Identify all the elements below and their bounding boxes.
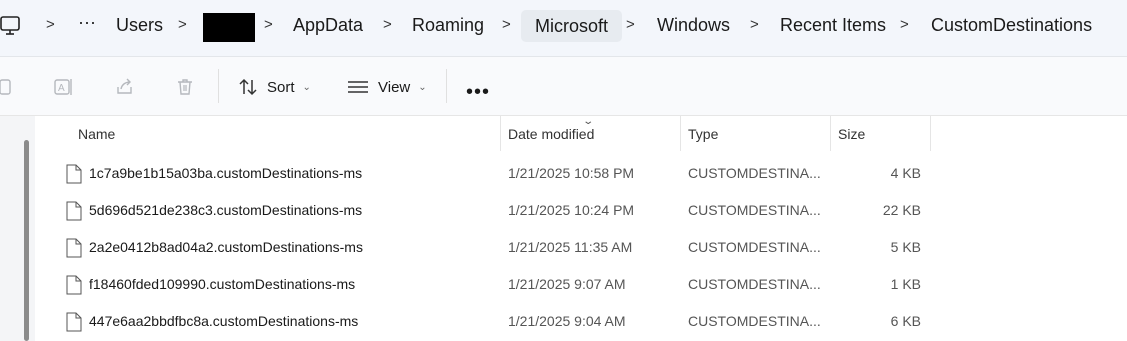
view-label: View bbox=[378, 78, 411, 96]
file-type: CUSTOMDESTINA... bbox=[688, 276, 821, 292]
column-divider[interactable] bbox=[930, 116, 931, 151]
toolbar-divider bbox=[218, 69, 219, 103]
file-size: 5 KB bbox=[890, 239, 921, 255]
sort-icon bbox=[239, 78, 257, 96]
file-date: 1/21/2025 11:35 AM bbox=[508, 239, 633, 255]
more-options-button[interactable]: ••• bbox=[466, 81, 490, 104]
svg-text:A: A bbox=[58, 83, 65, 94]
breadcrumb-roaming[interactable]: Roaming bbox=[412, 15, 484, 36]
sort-label: Sort bbox=[267, 78, 295, 96]
delete-icon[interactable] bbox=[175, 77, 195, 97]
chevron-down-icon: ⌄ bbox=[302, 81, 311, 93]
file-name: 2a2e0412b8ad04a2.customDestinations-ms bbox=[89, 239, 363, 255]
file-size: 4 KB bbox=[890, 165, 921, 181]
address-bar: > ··· Users > > AppData > Roaming > Micr… bbox=[0, 0, 1127, 57]
navigation-pane bbox=[0, 116, 35, 341]
file-name: f18460fded109990.customDestinations-ms bbox=[89, 276, 356, 292]
chevron-down-icon: ⌄ bbox=[418, 81, 427, 93]
rename-icon[interactable]: A bbox=[54, 77, 74, 97]
file-type: CUSTOMDESTINA... bbox=[688, 239, 821, 255]
file-row[interactable]: 1c7a9be1b15a03ba.customDestinations-ms 1… bbox=[36, 155, 1127, 192]
breadcrumb-windows[interactable]: Windows bbox=[657, 15, 730, 36]
redacted-username[interactable] bbox=[203, 13, 255, 42]
sort-button[interactable]: Sort ⌄ bbox=[238, 75, 311, 99]
toolbar-divider bbox=[446, 69, 447, 103]
command-bar: A Sort ⌄ View ⌄ ••• bbox=[0, 57, 1127, 116]
file-size: 1 KB bbox=[890, 276, 921, 292]
file-type: CUSTOMDESTINA... bbox=[688, 313, 821, 329]
column-divider[interactable] bbox=[830, 116, 831, 151]
file-date: 1/21/2025 9:04 AM bbox=[508, 313, 626, 329]
breadcrumb-separator[interactable]: > bbox=[750, 16, 759, 33]
breadcrumb-separator[interactable]: > bbox=[626, 16, 635, 33]
file-icon bbox=[66, 201, 82, 221]
file-name: 1c7a9be1b15a03ba.customDestinations-ms bbox=[89, 165, 363, 181]
file-icon bbox=[66, 275, 82, 295]
column-header-date[interactable]: Date modified bbox=[508, 116, 594, 151]
view-button[interactable]: View ⌄ bbox=[347, 75, 427, 99]
breadcrumb-appdata[interactable]: AppData bbox=[293, 15, 363, 36]
breadcrumb-separator[interactable]: > bbox=[383, 16, 392, 33]
breadcrumb-overflow[interactable]: ··· bbox=[78, 12, 96, 33]
column-header-name[interactable]: Name bbox=[78, 116, 115, 151]
file-row[interactable]: f18460fded109990.customDestinations-ms 1… bbox=[36, 266, 1127, 303]
breadcrumb-separator[interactable]: > bbox=[46, 16, 55, 33]
breadcrumb-separator[interactable]: > bbox=[502, 16, 511, 33]
file-row[interactable]: 2a2e0412b8ad04a2.customDestinations-ms 1… bbox=[36, 229, 1127, 266]
file-size: 6 KB bbox=[890, 313, 921, 329]
file-type: CUSTOMDESTINA... bbox=[688, 202, 821, 218]
file-size: 22 KB bbox=[882, 202, 921, 218]
column-header-type[interactable]: Type bbox=[688, 116, 718, 151]
file-list-pane: Name ⌄ Date modified Type Size 1c7a9be1b… bbox=[0, 116, 1127, 341]
breadcrumb-recent-items[interactable]: Recent Items bbox=[780, 15, 886, 36]
file-type: CUSTOMDESTINA... bbox=[688, 165, 821, 181]
share-icon[interactable] bbox=[115, 77, 135, 97]
file-date: 1/21/2025 10:24 PM bbox=[508, 202, 635, 218]
file-name: 447e6aa2bbdfbc8a.customDestinations-ms bbox=[89, 313, 359, 329]
breadcrumb-customdestinations[interactable]: CustomDestinations bbox=[931, 15, 1092, 36]
breadcrumb-separator[interactable]: > bbox=[264, 16, 273, 33]
breadcrumb-separator[interactable]: > bbox=[900, 16, 909, 33]
file-row[interactable]: 447e6aa2bbdfbc8a.customDestinations-ms 1… bbox=[36, 303, 1127, 340]
breadcrumb-microsoft[interactable]: Microsoft bbox=[521, 10, 623, 42]
column-header-size[interactable]: Size bbox=[838, 116, 865, 151]
file-icon bbox=[66, 312, 82, 332]
view-icon bbox=[348, 81, 368, 93]
column-divider[interactable] bbox=[680, 116, 681, 151]
computer-icon[interactable] bbox=[0, 14, 24, 38]
file-icon bbox=[66, 164, 82, 184]
breadcrumb-separator[interactable]: > bbox=[178, 16, 187, 33]
copy-icon[interactable] bbox=[0, 77, 14, 97]
scrollbar[interactable] bbox=[24, 140, 29, 341]
file-date: 1/21/2025 9:07 AM bbox=[508, 276, 626, 292]
breadcrumb-users[interactable]: Users bbox=[116, 15, 163, 36]
file-icon bbox=[66, 238, 82, 258]
file-name: 5d696d521de238c3.customDestinations-ms bbox=[89, 202, 363, 218]
file-date: 1/21/2025 10:58 PM bbox=[508, 165, 635, 181]
file-row[interactable]: 5d696d521de238c3.customDestinations-ms 1… bbox=[36, 192, 1127, 229]
column-divider[interactable] bbox=[500, 116, 501, 151]
